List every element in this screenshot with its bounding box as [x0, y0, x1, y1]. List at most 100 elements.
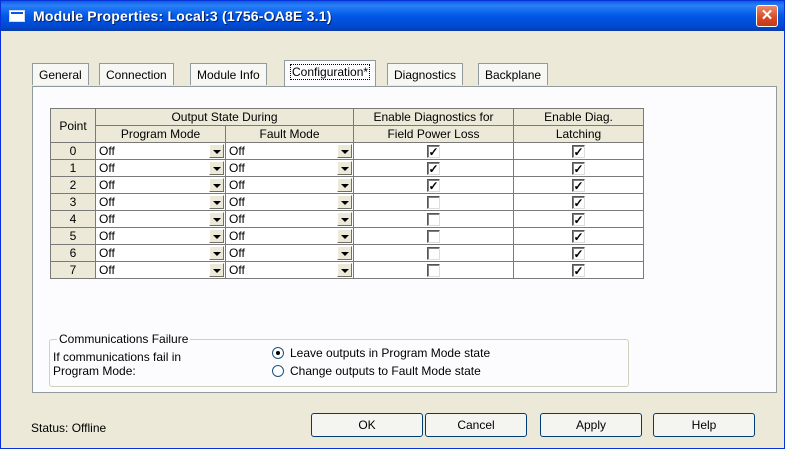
fault-mode-select[interactable]: Off	[225, 244, 354, 262]
chevron-down-icon[interactable]	[209, 229, 224, 243]
program-mode-select[interactable]: Off	[95, 193, 226, 211]
field-power-loss-checkbox[interactable]	[427, 247, 440, 261]
tab-connection[interactable]: Connection	[99, 63, 174, 85]
point-number: 4	[50, 210, 96, 228]
tab-module-info[interactable]: Module Info	[190, 63, 267, 85]
tab-general[interactable]: General	[32, 63, 89, 85]
field-power-loss-cell	[353, 193, 514, 211]
chevron-down-icon[interactable]	[209, 178, 224, 192]
field-power-loss-checkbox[interactable]: ✓	[427, 145, 440, 159]
fault-mode-value: Off	[229, 263, 245, 277]
program-mode-select[interactable]: Off	[95, 244, 226, 262]
diag-latching-checkbox[interactable]: ✓	[572, 196, 585, 210]
table-row: 2 Off Off ✓ ✓	[50, 176, 644, 194]
field-power-loss-cell: ✓	[353, 159, 514, 177]
program-mode-select[interactable]: Off	[95, 227, 226, 245]
comm-desc-line-2: Program Mode:	[53, 364, 136, 378]
diag-latching-checkbox[interactable]: ✓	[572, 247, 585, 261]
field-power-loss-checkbox[interactable]	[427, 196, 440, 210]
table-row: 0 Off Off ✓ ✓	[50, 142, 644, 160]
point-number: 1	[50, 159, 96, 177]
fault-mode-select[interactable]: Off	[225, 159, 354, 177]
table-row: 1 Off Off ✓ ✓	[50, 159, 644, 177]
fault-mode-select[interactable]: Off	[225, 193, 354, 211]
chevron-down-icon[interactable]	[209, 144, 224, 158]
point-number: 7	[50, 261, 96, 279]
program-mode-value: Off	[99, 229, 115, 243]
program-mode-select[interactable]: Off	[95, 142, 226, 160]
program-mode-select[interactable]: Off	[95, 261, 226, 279]
apply-button[interactable]: Apply	[540, 413, 642, 437]
program-mode-value: Off	[99, 161, 115, 175]
fault-mode-select[interactable]: Off	[225, 176, 354, 194]
fault-mode-select[interactable]: Off	[225, 210, 354, 228]
col-output-state-header: Output State During	[95, 108, 354, 126]
fault-mode-select[interactable]: Off	[225, 142, 354, 160]
title-bar[interactable]: Module Properties: Local:3 (1756-OA8E 3.…	[1, 1, 784, 31]
chevron-down-icon[interactable]	[209, 195, 224, 209]
diag-latching-cell: ✓	[513, 176, 644, 194]
close-button[interactable]: ✕	[756, 5, 778, 27]
ok-button[interactable]: OK	[311, 413, 423, 437]
radio-leave-program-mode-label[interactable]: Leave outputs in Program Mode state	[290, 346, 490, 360]
program-mode-value: Off	[99, 178, 115, 192]
chevron-down-icon[interactable]	[209, 246, 224, 260]
chevron-down-icon[interactable]	[337, 144, 352, 158]
diag-latching-cell: ✓	[513, 159, 644, 177]
fault-mode-select[interactable]: Off	[225, 261, 354, 279]
diag-latching-checkbox[interactable]: ✓	[572, 162, 585, 176]
point-number: 2	[50, 176, 96, 194]
fault-mode-value: Off	[229, 229, 245, 243]
field-power-loss-checkbox[interactable]: ✓	[427, 179, 440, 193]
radio-change-fault-mode-label[interactable]: Change outputs to Fault Mode state	[290, 364, 481, 378]
field-power-loss-cell	[353, 227, 514, 245]
radio-leave-program-mode[interactable]	[272, 347, 284, 359]
field-power-loss-checkbox[interactable]	[427, 264, 440, 278]
table-row: 5 Off Off ✓	[50, 227, 644, 245]
tab-diagnostics[interactable]: Diagnostics	[387, 63, 464, 85]
field-power-loss-checkbox[interactable]	[427, 213, 440, 227]
chevron-down-icon[interactable]	[337, 263, 352, 277]
close-icon: ✕	[760, 7, 774, 24]
diag-latching-checkbox[interactable]: ✓	[572, 230, 585, 244]
diag-latching-checkbox[interactable]: ✓	[572, 179, 585, 193]
program-mode-value: Off	[99, 212, 115, 226]
chevron-down-icon[interactable]	[337, 178, 352, 192]
field-power-loss-cell	[353, 261, 514, 279]
chevron-down-icon[interactable]	[337, 195, 352, 209]
diag-latching-cell: ✓	[513, 210, 644, 228]
chevron-down-icon[interactable]	[337, 212, 352, 226]
fault-mode-select[interactable]: Off	[225, 227, 354, 245]
col-point-header: Point	[50, 108, 96, 143]
cancel-button[interactable]: Cancel	[425, 413, 527, 437]
col-program-mode-header: Program Mode	[95, 125, 226, 143]
diag-latching-checkbox[interactable]: ✓	[572, 145, 585, 159]
fault-mode-value: Off	[229, 246, 245, 260]
program-mode-value: Off	[99, 263, 115, 277]
chevron-down-icon[interactable]	[337, 229, 352, 243]
field-power-loss-checkbox[interactable]	[427, 230, 440, 244]
chevron-down-icon[interactable]	[209, 263, 224, 277]
col-latch-header-2: Latching	[513, 125, 644, 143]
program-mode-select[interactable]: Off	[95, 159, 226, 177]
field-power-loss-cell	[353, 244, 514, 262]
window-title: Module Properties: Local:3 (1756-OA8E 3.…	[33, 8, 332, 24]
col-latch-header-1: Enable Diag.	[513, 108, 644, 126]
program-mode-select[interactable]: Off	[95, 176, 226, 194]
tab-backplane[interactable]: Backplane	[478, 63, 549, 85]
help-button[interactable]: Help	[653, 413, 755, 437]
diag-latching-cell: ✓	[513, 193, 644, 211]
tab-configuration[interactable]: Configuration*	[284, 60, 377, 86]
chevron-down-icon[interactable]	[337, 246, 352, 260]
table-row: 7 Off Off ✓	[50, 261, 644, 279]
chevron-down-icon[interactable]	[209, 161, 224, 175]
field-power-loss-checkbox[interactable]: ✓	[427, 162, 440, 176]
diag-latching-checkbox[interactable]: ✓	[572, 213, 585, 227]
field-power-loss-cell	[353, 210, 514, 228]
program-mode-select[interactable]: Off	[95, 210, 226, 228]
chevron-down-icon[interactable]	[209, 212, 224, 226]
chevron-down-icon[interactable]	[337, 161, 352, 175]
radio-change-fault-mode[interactable]	[272, 365, 284, 377]
col-fault-mode-header: Fault Mode	[225, 125, 354, 143]
diag-latching-checkbox[interactable]: ✓	[572, 264, 585, 278]
